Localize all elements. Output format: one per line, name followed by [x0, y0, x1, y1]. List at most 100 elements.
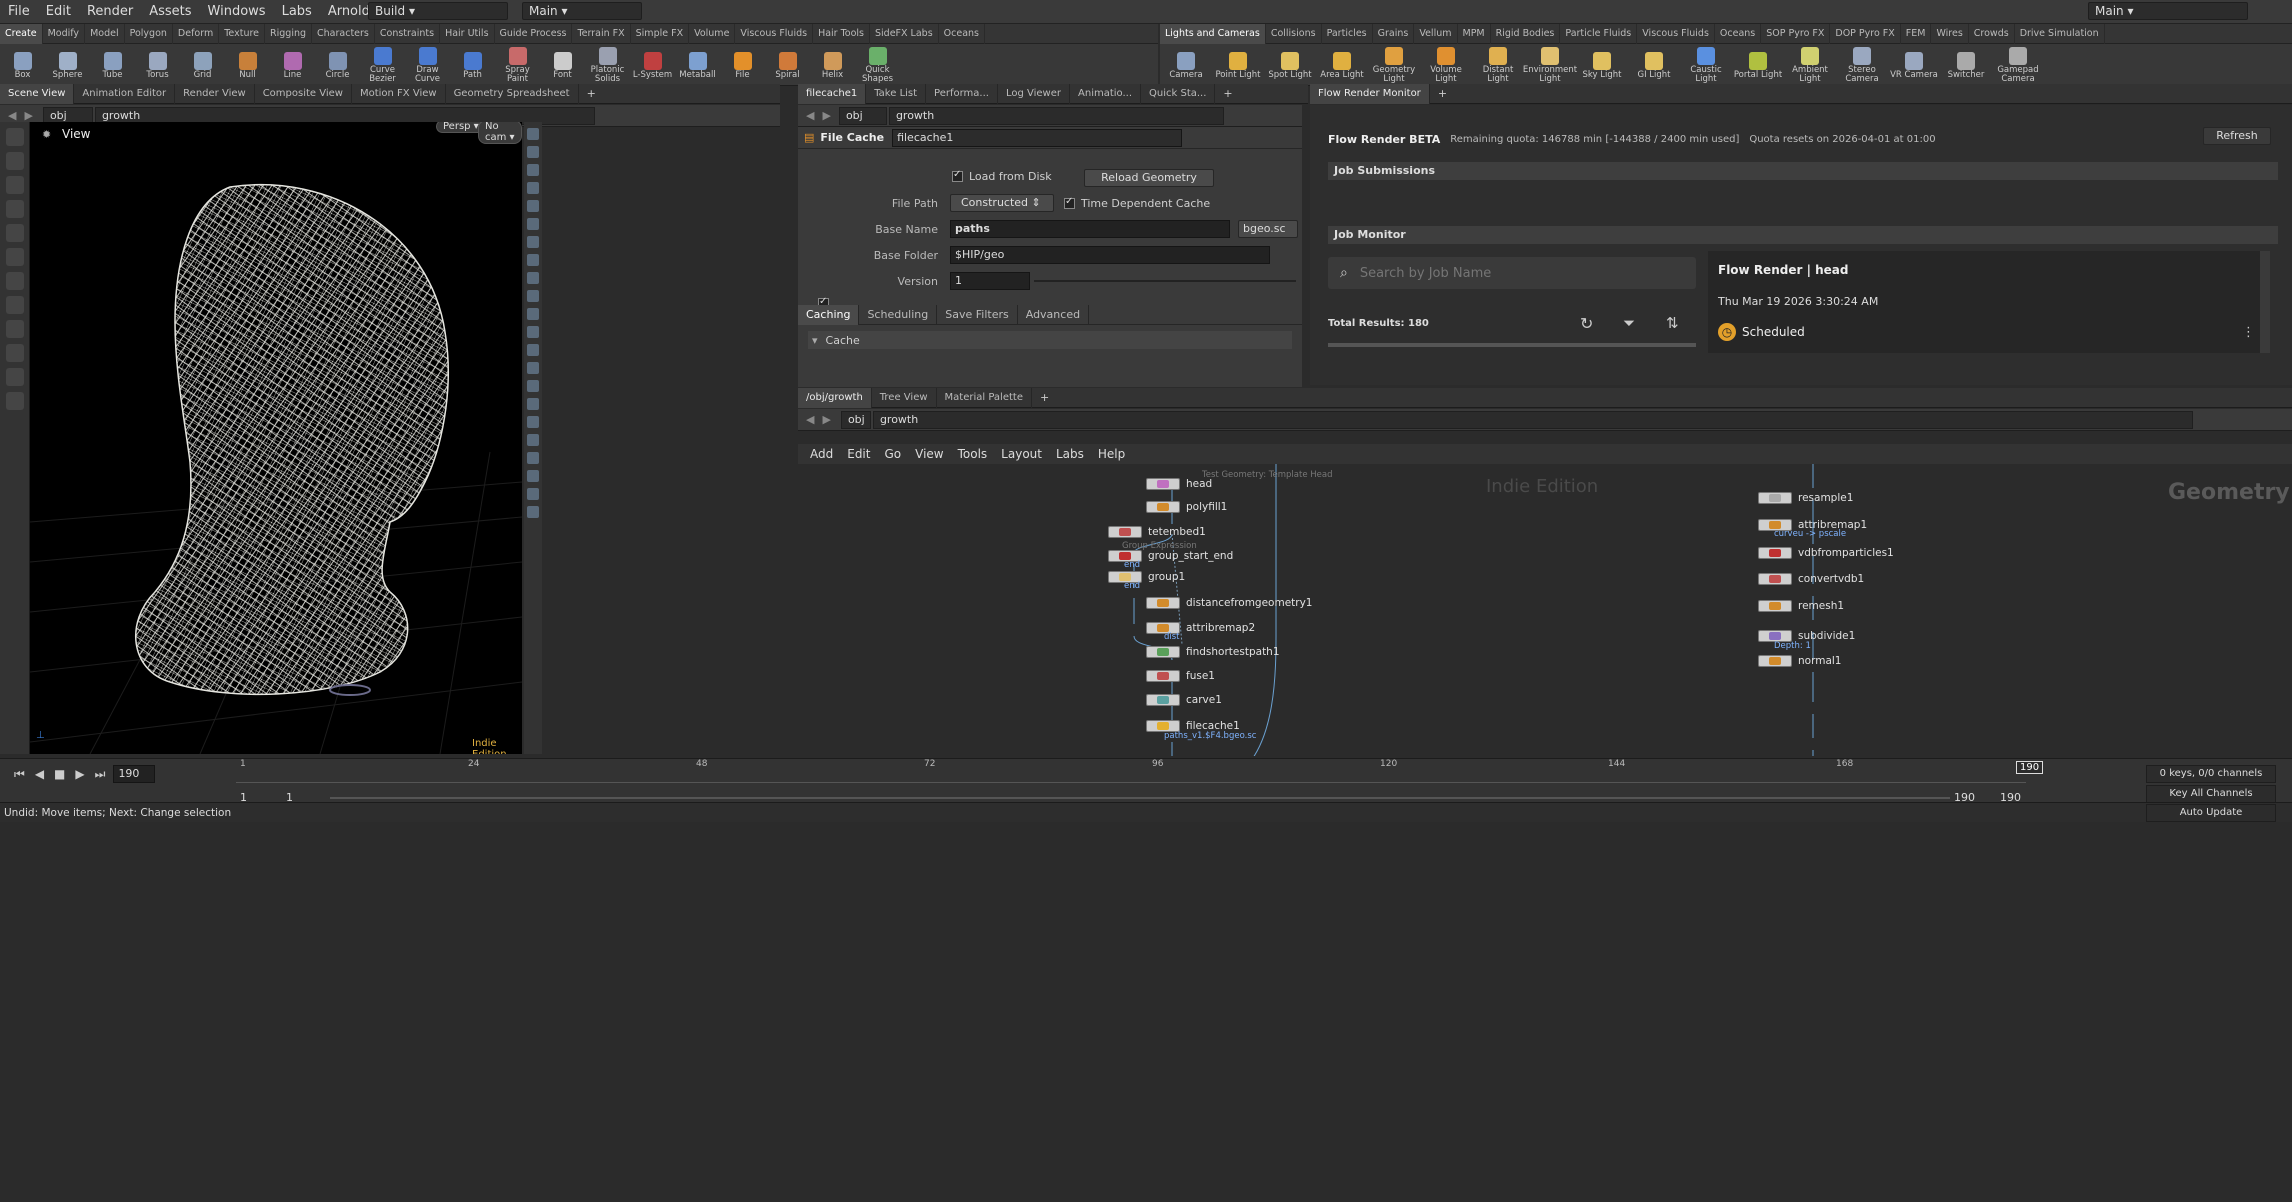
node-body[interactable]	[1758, 655, 1792, 668]
more-icon[interactable]: ⋮	[2242, 325, 2255, 340]
context-dropdown[interactable]: Main ▾	[522, 2, 642, 20]
shelf-tab[interactable]: Volume	[689, 23, 736, 44]
keys-channels-field[interactable]: 0 keys, 0/0 channels	[2146, 765, 2276, 783]
network-editor[interactable]: Indie Edition Geometry head Test Geometry…	[798, 464, 2292, 756]
shelf-tab[interactable]: Texture	[219, 23, 266, 44]
node-body[interactable]	[1758, 546, 1792, 559]
display-option-icon[interactable]	[527, 182, 539, 194]
node-group1[interactable]: group1	[1108, 570, 1185, 583]
shelf-tool[interactable]: Box	[0, 50, 45, 80]
shelf-tool[interactable]: Helix	[810, 50, 855, 80]
pane-tab[interactable]: Animatio...	[1070, 83, 1142, 104]
version-field[interactable]: 1	[950, 272, 1030, 290]
view-tool-icon[interactable]	[5, 368, 24, 386]
node-fsp[interactable]: findshortestpath1	[1146, 645, 1280, 658]
shelf-tab[interactable]: Characters	[312, 23, 375, 44]
param-tab[interactable]: Save Filters	[937, 304, 1018, 325]
shelf-tab[interactable]: Grains	[1373, 23, 1415, 44]
shelf-tool[interactable]: L-System	[630, 50, 675, 80]
shelf-tool[interactable]: Spray Paint	[495, 45, 540, 84]
shelf-tool[interactable]: Null	[225, 50, 270, 80]
shelf-tool[interactable]: File	[720, 50, 765, 80]
pane-tab[interactable]: Composite View	[255, 83, 352, 104]
display-option-icon[interactable]	[527, 128, 539, 140]
shelf-tool[interactable]: Environment Light	[1523, 45, 1577, 84]
back-icon[interactable]: ◀	[806, 413, 814, 426]
display-option-icon[interactable]	[527, 164, 539, 176]
display-option-icon[interactable]	[527, 146, 539, 158]
shelf-tool[interactable]: Switcher	[1940, 50, 1992, 80]
display-option-icon[interactable]	[527, 290, 539, 302]
shelf-tab[interactable]: Rigid Bodies	[1491, 23, 1561, 44]
file-path-menu[interactable]: Constructed ⇕	[950, 194, 1054, 212]
node-body[interactable]	[1146, 477, 1180, 490]
shelf-tab[interactable]: Vellum	[1414, 23, 1458, 44]
path-obj[interactable]: obj	[840, 410, 871, 429]
node-convertvdb1[interactable]: convertvdb1	[1758, 572, 1864, 585]
rotate-tool-icon[interactable]	[5, 176, 24, 194]
display-option-icon[interactable]	[527, 218, 539, 230]
pane-tab[interactable]: Take List	[866, 83, 927, 104]
shelf-tool[interactable]: Area Light	[1316, 50, 1368, 80]
brush-tool-icon[interactable]	[5, 272, 24, 290]
display-option-icon[interactable]	[527, 308, 539, 320]
right-desktop-dropdown[interactable]: Main ▾	[2088, 2, 2248, 20]
shelf-tool[interactable]: Platonic Solids	[585, 45, 630, 84]
add-tab-icon[interactable]: +	[1223, 87, 1232, 100]
network-menu-item[interactable]: Add	[810, 447, 833, 461]
node-tetembed1[interactable]: tetembed1	[1108, 525, 1206, 538]
cache-section[interactable]: ▾ Cache	[808, 331, 1292, 349]
pane-tab[interactable]: Material Palette	[937, 387, 1032, 408]
node-fuse1[interactable]: fuse1	[1146, 670, 1215, 683]
param-tab[interactable]: Advanced	[1018, 304, 1090, 325]
shelf-tab[interactable]: FEM	[1901, 23, 1932, 44]
network-menu-item[interactable]: Tools	[958, 447, 988, 461]
display-option-icon[interactable]	[527, 236, 539, 248]
pane-tab[interactable]: Performa...	[926, 83, 998, 104]
sort-icon[interactable]: ⇅	[1666, 314, 1679, 332]
pane-tab[interactable]: Quick Sta...	[1141, 83, 1216, 104]
node-body[interactable]	[1758, 491, 1792, 504]
current-frame-field[interactable]: 190	[113, 765, 156, 783]
pane-tab[interactable]: Tree View	[872, 387, 937, 408]
desktop-dropdown[interactable]: Build ▾	[368, 2, 508, 20]
lasso-tool-icon[interactable]	[5, 320, 24, 338]
pane-tab[interactable]: Geometry Spreadsheet	[446, 83, 579, 104]
shelf-tab[interactable]: Drive Simulation	[2015, 23, 2105, 44]
shelf-tab[interactable]: Polygon	[125, 23, 173, 44]
shelf-tab[interactable]: Hair Tools	[813, 23, 871, 44]
key-all-channels-menu[interactable]: Key All Channels	[2146, 785, 2276, 803]
display-option-icon[interactable]	[527, 200, 539, 212]
display-option-icon[interactable]	[527, 344, 539, 356]
shelf-tab[interactable]: Modify	[43, 23, 86, 44]
shelf-tab[interactable]: MPM	[1458, 23, 1491, 44]
job-search-input[interactable]	[1359, 265, 1660, 281]
shelf-tab[interactable]: Collisions	[1266, 23, 1322, 44]
menu-windows[interactable]: Windows	[200, 0, 274, 24]
jump-start-icon[interactable]: ⏮	[14, 767, 25, 782]
node-vdb[interactable]: vdbfromparticles1	[1758, 546, 1894, 559]
shelf-tab[interactable]: Hair Utils	[440, 23, 495, 44]
shelf-tool[interactable]: Spot Light	[1264, 50, 1316, 80]
menu-file[interactable]: File	[0, 0, 38, 24]
node-body[interactable]	[1108, 525, 1142, 538]
magnet-tool-icon[interactable]	[5, 296, 24, 314]
pose-tool-icon[interactable]	[5, 248, 24, 266]
shelf-tool[interactable]: Circle	[315, 50, 360, 80]
shelf-tab[interactable]: Guide Process	[495, 23, 573, 44]
refresh-icon[interactable]: ↻	[1580, 314, 1593, 333]
node-body[interactable]	[1758, 600, 1792, 613]
network-menu-item[interactable]: Edit	[847, 447, 870, 461]
shelf-tool[interactable]: Distant Light	[1472, 45, 1524, 84]
refresh-button[interactable]: Refresh	[2203, 127, 2271, 145]
pane-tab[interactable]: Animation Editor	[74, 83, 176, 104]
network-menu-item[interactable]: Go	[884, 447, 901, 461]
display-option-icon[interactable]	[527, 380, 539, 392]
shelf-tool[interactable]: Spiral	[765, 50, 810, 80]
shelf-tab[interactable]: SideFX Labs	[870, 23, 939, 44]
reload-geometry-button[interactable]: Reload Geometry	[1084, 169, 1214, 187]
time-dependent-checkbox[interactable]	[1064, 196, 1075, 209]
display-option-icon[interactable]	[527, 272, 539, 284]
node-dfg[interactable]: distancefromgeometry1	[1146, 597, 1313, 610]
pane-tab[interactable]: /obj/growth	[798, 387, 872, 408]
